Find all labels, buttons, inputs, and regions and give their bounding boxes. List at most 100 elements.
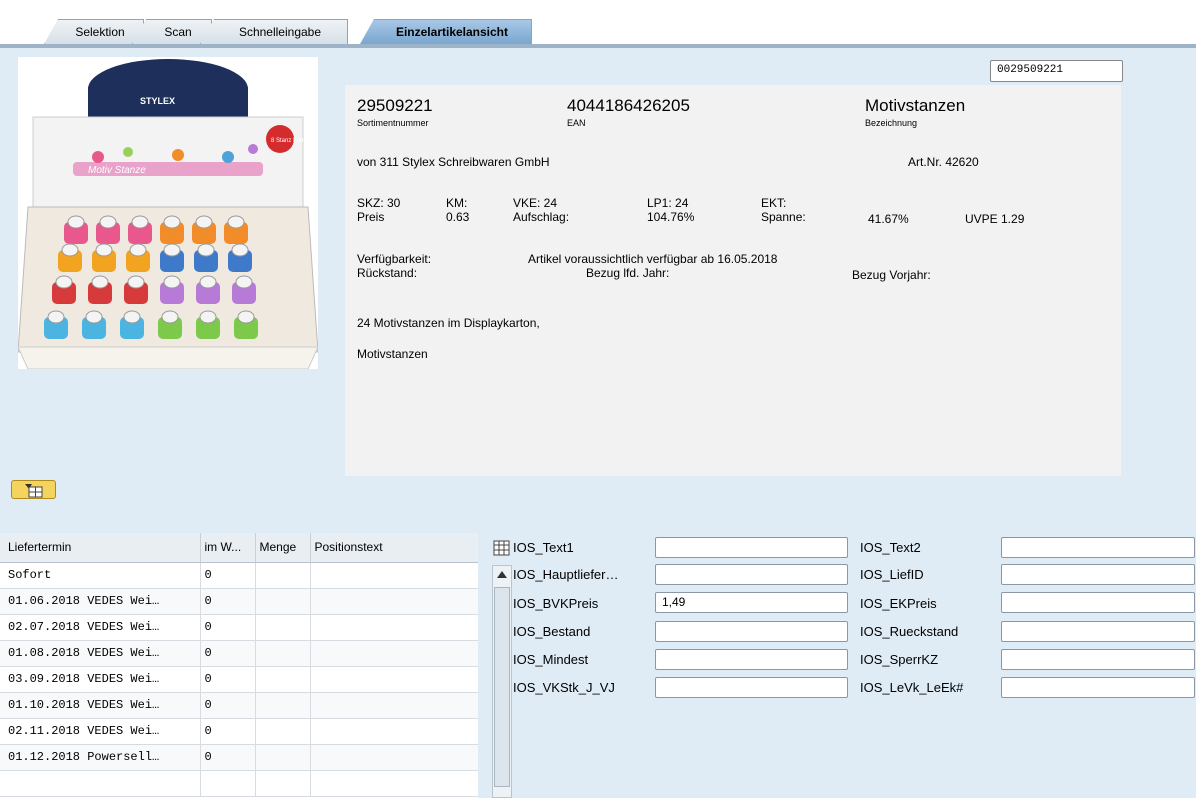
cell-menge[interactable] [255,562,311,589]
field-ios-ekpreis[interactable] [1001,592,1195,613]
open-details-button[interactable] [11,480,56,499]
cell-im-w: 0 [200,640,256,667]
bezug-lfd-label: Bezug lfd. Jahr: [586,266,670,280]
table-row[interactable]: 02.11.2018 VEDES Wei… 0 [0,718,478,745]
field-ios-liefid[interactable] [1001,564,1195,585]
article-search-input[interactable]: 0029509221 [990,60,1123,82]
bezug-vorjahr-label: Bezug Vorjahr: [852,268,931,282]
table-row[interactable]: 01.08.2018 VEDES Wei… 0 [0,640,478,667]
ean-label: EAN [567,118,586,128]
cell-positionstext[interactable] [310,666,478,693]
cell-menge[interactable] [255,718,311,745]
skz-value: SKZ: 30 [357,196,401,210]
table-row[interactable]: 01.10.2018 VEDES Wei… 0 [0,692,478,719]
tab-underline [0,44,1196,48]
field-label-ios-ekpreis: IOS_EKPreis [860,596,937,611]
cell-liefertermin: 01.10.2018 VEDES Wei… [0,692,201,719]
ean-value: 4044186426205 [567,96,690,115]
tab-selektion[interactable]: Selektion [44,19,144,44]
table-row[interactable]: 01.12.2018 Powersell… 0 [0,744,478,771]
preis-label: Preis [357,210,385,224]
scroll-thumb[interactable] [494,587,510,787]
tab-scan[interactable]: Scan [132,19,212,44]
table-row[interactable]: Sofort 0 [0,562,478,589]
cell-im-w: 0 [200,744,256,771]
col-header-im-w[interactable]: im W... [200,533,256,563]
cell-im-w: 0 [200,614,256,641]
aufschlag-label: Aufschlag: [513,210,570,224]
cell-positionstext[interactable] [310,640,478,667]
cell-menge[interactable] [255,666,311,693]
cell-positionstext[interactable] [310,588,478,615]
field-ios-vkstk[interactable] [655,677,848,698]
cell-liefertermin: 02.07.2018 VEDES Wei… [0,614,201,641]
cell-im-w: 0 [200,666,256,693]
tab-einzelartikelansicht[interactable]: Einzelartikelansicht [360,19,532,44]
cell-im-w: 0 [200,588,256,615]
table-row[interactable]: 03.09.2018 VEDES Wei… 0 [0,666,478,693]
cell-menge[interactable] [255,692,311,719]
field-label-ios-text1: IOS_Text1 [513,540,574,555]
field-label-ios-levk-leek: IOS_LeVk_LeEk# [860,680,964,695]
table-settings-icon[interactable] [492,538,512,558]
preis-value: 0.63 [446,210,470,224]
cell-menge[interactable] [255,744,311,771]
description-line-2: Motivstanzen [357,347,428,361]
scroll-up-icon[interactable] [494,567,510,583]
tab-schnelleingabe[interactable]: Schnelleingabe [200,19,348,44]
product-image: STYLEX Motiv Stanze 8 Stanz Formen [18,57,318,369]
cell-im-w: 0 [200,692,256,719]
uvpe-value: UVPE 1.29 [965,212,1025,226]
field-ios-text2[interactable] [1001,537,1195,558]
field-label-ios-mindest: IOS_Mindest [513,652,589,667]
cell-liefertermin: 02.11.2018 VEDES Wei… [0,718,201,745]
cell-menge[interactable] [255,614,311,641]
field-ios-bvkpreis[interactable]: 1,49 [655,592,848,613]
field-label-ios-sperrkz: IOS_SperrKZ [860,652,939,667]
cell-positionstext[interactable] [310,692,478,719]
spanne-label: Spanne: [761,210,806,224]
table-header-row: Liefertermin im W... Menge Positionstext [0,533,478,563]
delivery-table: Liefertermin im W... Menge Positionstext… [0,533,478,798]
col-header-menge[interactable]: Menge [255,533,311,563]
field-label-ios-rueckstand: IOS_Rueckstand [860,624,959,639]
cell-positionstext[interactable] [310,744,478,771]
cell-positionstext[interactable] [310,614,478,641]
cell-liefertermin: Sofort [0,562,201,589]
lp1-value: LP1: 24 [647,196,689,210]
table-row[interactable] [0,770,478,797]
art-nr: Art.Nr. 42620 [908,155,979,169]
spanne-value: 41.67% [868,212,909,226]
cell-liefertermin: 03.09.2018 VEDES Wei… [0,666,201,693]
supplier-text: von 311 Stylex Schreibwaren GmbH [357,155,550,169]
table-row[interactable]: 01.06.2018 VEDES Wei… 0 [0,588,478,615]
aufschlag-value: 104.76% [647,210,695,224]
cell-positionstext[interactable] [310,562,478,589]
product-name-label: Bezeichnung [865,118,918,128]
field-ios-rueckstand[interactable] [1001,621,1195,642]
col-header-liefertermin[interactable]: Liefertermin [0,533,201,563]
field-label-ios-bestand: IOS_Bestand [513,624,591,639]
expand-icon [25,484,43,498]
field-ios-levk-leek[interactable] [1001,677,1195,698]
field-ios-mindest[interactable] [655,649,848,670]
field-ios-bestand[interactable] [655,621,848,642]
field-ios-sperrkz[interactable] [1001,649,1195,670]
field-ios-text1[interactable] [655,537,848,558]
field-ios-hauptlieferant[interactable] [655,564,848,585]
svg-text:STYLEX: STYLEX [140,96,175,106]
cell-liefertermin: 01.06.2018 VEDES Wei… [0,588,201,615]
article-info-panel [345,85,1121,476]
sortiment-label: Sortimentnummer [357,118,429,128]
field-label-ios-hauptlieferant: IOS_Hauptliefer… [513,567,619,582]
col-header-positionstext[interactable]: Positionstext [310,533,478,563]
cell-positionstext[interactable] [310,718,478,745]
field-label-ios-text2: IOS_Text2 [860,540,921,555]
cell-menge[interactable] [255,640,311,667]
cell-liefertermin: 01.12.2018 Powersell… [0,744,201,771]
cell-liefertermin: 01.08.2018 VEDES Wei… [0,640,201,667]
km-label: KM: [446,196,468,210]
field-label-ios-bvkpreis: IOS_BVKPreis [513,596,599,611]
cell-menge[interactable] [255,588,311,615]
table-row[interactable]: 02.07.2018 VEDES Wei… 0 [0,614,478,641]
